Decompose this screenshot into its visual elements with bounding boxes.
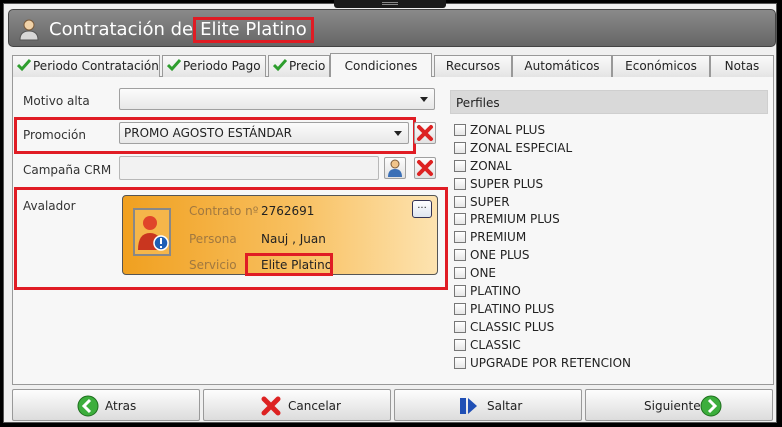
checkbox[interactable] bbox=[454, 320, 466, 333]
tab-notas[interactable]: Notas bbox=[710, 55, 774, 77]
perfil-item[interactable]: PLATINO PLUS bbox=[454, 301, 631, 319]
campana-crm-field[interactable] bbox=[119, 156, 379, 180]
check-icon bbox=[273, 59, 287, 72]
dialog-window: Contratación de Elite Platino Periodo Con… bbox=[3, 3, 777, 423]
perfil-item[interactable]: ZONAL PLUS bbox=[454, 122, 631, 140]
perfil-label: PLATINO PLUS bbox=[470, 301, 555, 316]
perfil-item[interactable]: CLASSIC PLUS bbox=[454, 319, 631, 337]
checkbox[interactable] bbox=[454, 177, 466, 190]
clear-promocion-button[interactable] bbox=[414, 122, 436, 144]
select-campana-button[interactable] bbox=[384, 157, 406, 179]
chevron-down-icon bbox=[394, 131, 402, 136]
perfil-item[interactable]: PREMIUM bbox=[454, 229, 631, 247]
perfil-label: SUPER bbox=[470, 194, 510, 209]
campana-crm-label: Campaña CRM bbox=[23, 163, 112, 177]
checkbox[interactable] bbox=[454, 267, 466, 280]
persona-value: Nauj , Juan bbox=[261, 232, 326, 246]
perfil-item[interactable]: SUPER PLUS bbox=[454, 176, 631, 194]
tab-periodo-pago[interactable]: Periodo Pago bbox=[162, 55, 266, 77]
tab-recursos[interactable]: Recursos bbox=[434, 55, 512, 77]
checkbox[interactable] bbox=[454, 285, 466, 298]
perfiles-header: Perfiles bbox=[450, 90, 768, 114]
window-title: Contratación de Elite Platino bbox=[49, 17, 314, 43]
atras-button[interactable]: Atras bbox=[12, 389, 200, 421]
contrato-value: 2762691 bbox=[261, 204, 315, 218]
avatar bbox=[133, 208, 171, 256]
perfil-label: ONE PLUS bbox=[470, 248, 530, 263]
window-title-prefix: Contratación de bbox=[49, 19, 194, 40]
tab-condiciones[interactable]: Condiciones bbox=[330, 53, 432, 78]
perfil-label: CLASSIC bbox=[470, 337, 521, 352]
avalador-more-button[interactable]: ... bbox=[412, 200, 432, 218]
perfiles-panel: Perfiles ZONAL PLUS ZONAL ESPECIAL ZONAL SU… bbox=[450, 90, 768, 374]
promocion-label: Promoción bbox=[23, 128, 86, 142]
check-icon bbox=[167, 59, 181, 72]
checkbox[interactable] bbox=[454, 213, 466, 226]
cancelar-button[interactable]: Cancelar bbox=[203, 389, 391, 421]
window-title-highlight: Elite Platino bbox=[193, 17, 314, 43]
siguiente-button[interactable]: Siguiente bbox=[585, 389, 773, 421]
tab-strip: Periodo Contratación Periodo Pago Precio… bbox=[12, 53, 774, 78]
perfil-label: ZONAL ESPECIAL bbox=[470, 140, 573, 155]
clear-campana-button[interactable] bbox=[414, 157, 436, 179]
tab-economicos[interactable]: Económicos bbox=[612, 55, 710, 77]
skip-icon bbox=[460, 398, 477, 414]
checkbox[interactable] bbox=[454, 249, 466, 262]
checkbox[interactable] bbox=[454, 159, 466, 172]
perfil-item[interactable]: ZONAL ESPECIAL bbox=[454, 140, 631, 158]
title-bar: Contratación de Elite Platino bbox=[8, 9, 776, 47]
perfil-item[interactable]: ONE bbox=[454, 265, 631, 283]
saltar-button[interactable]: Saltar bbox=[394, 389, 582, 421]
delete-icon bbox=[417, 160, 433, 176]
promocion-select[interactable]: PROMO AGOSTO ESTÁNDAR bbox=[119, 122, 409, 144]
tab-automaticos[interactable]: Automáticos bbox=[512, 55, 612, 77]
perfil-item[interactable]: PLATINO bbox=[454, 283, 631, 301]
check-icon bbox=[17, 59, 31, 72]
perfil-label: SUPER PLUS bbox=[470, 176, 544, 191]
person-alert-icon bbox=[138, 216, 169, 251]
perfil-item[interactable]: SUPER bbox=[454, 194, 631, 212]
window-drag-handle[interactable] bbox=[334, 0, 446, 8]
perfil-item[interactable]: PREMIUM PLUS bbox=[454, 211, 631, 229]
servicio-label: Servicio bbox=[189, 258, 237, 272]
perfil-label: UPGRADE POR RETENCION bbox=[470, 355, 631, 370]
chevron-down-icon bbox=[420, 97, 428, 102]
perfil-label: ONE bbox=[470, 266, 497, 281]
perfil-item[interactable]: CLASSIC bbox=[454, 337, 631, 355]
arrow-left-icon bbox=[77, 395, 99, 417]
tab-precio[interactable]: Precio bbox=[268, 55, 330, 77]
checkbox[interactable] bbox=[454, 302, 466, 315]
checkbox[interactable] bbox=[454, 141, 466, 154]
tab-periodo-contratacion[interactable]: Periodo Contratación bbox=[12, 55, 160, 77]
footer-toolbar: Atras Cancelar Saltar Siguiente bbox=[12, 389, 774, 423]
checkbox[interactable] bbox=[454, 356, 466, 369]
perfil-label: CLASSIC PLUS bbox=[470, 319, 555, 334]
perfil-label: ZONAL bbox=[470, 158, 512, 173]
person-icon bbox=[388, 159, 402, 177]
user-icon bbox=[19, 19, 39, 41]
contrato-label: Contrato nº bbox=[189, 204, 259, 218]
persona-label: Persona bbox=[189, 232, 237, 246]
perfil-item[interactable]: UPGRADE POR RETENCION bbox=[454, 355, 631, 373]
motivo-alta-select[interactable] bbox=[119, 88, 435, 110]
avalador-label: Avalador bbox=[23, 199, 76, 213]
arrow-right-icon bbox=[700, 395, 722, 417]
delete-icon bbox=[417, 125, 433, 141]
checkbox[interactable] bbox=[454, 338, 466, 351]
perfil-label: PREMIUM bbox=[470, 230, 527, 245]
motivo-alta-label: Motivo alta bbox=[23, 94, 90, 108]
checkbox[interactable] bbox=[454, 124, 466, 136]
perfil-label: PLATINO bbox=[470, 284, 521, 299]
cancel-icon bbox=[261, 396, 281, 416]
servicio-highlight bbox=[245, 253, 333, 276]
perfil-label: PREMIUM PLUS bbox=[470, 212, 560, 227]
checkbox[interactable] bbox=[454, 231, 466, 244]
perfil-item[interactable]: ZONAL bbox=[454, 158, 631, 176]
perfiles-list: ZONAL PLUS ZONAL ESPECIAL ZONAL SUPER PLUS S… bbox=[454, 122, 631, 372]
perfil-item[interactable]: ONE PLUS bbox=[454, 247, 631, 265]
perfil-label: ZONAL PLUS bbox=[470, 123, 546, 137]
checkbox[interactable] bbox=[454, 195, 466, 208]
